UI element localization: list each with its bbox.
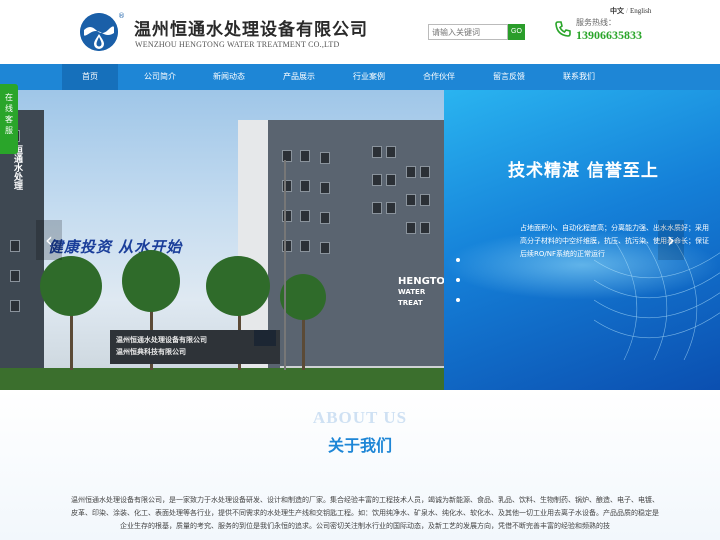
nav-item-contact[interactable]: 联系我们 — [551, 64, 607, 90]
building-sign: HENGTO WATER TREAT — [398, 276, 444, 309]
left-building-sign: 恒通水处理 — [12, 145, 22, 190]
bullet-dot — [456, 258, 460, 262]
registered-mark: ® — [118, 12, 125, 20]
hedge — [0, 368, 444, 390]
lang-en-link[interactable]: English — [630, 7, 651, 15]
online-service-label: 在线客服 — [5, 93, 13, 135]
hotline-label: 服务热线： — [576, 18, 616, 27]
nav-item-home[interactable]: 首页 — [62, 64, 118, 90]
company-sign-line2: 温州恒典科技有限公司 — [116, 348, 186, 356]
banner-next-button[interactable]: › — [658, 220, 684, 260]
nav-item-partners[interactable]: 合作伙伴 — [411, 64, 467, 90]
company-name-en: WENZHOU HENGTONG WATER TREATMENT CO.,LTD — [135, 40, 340, 49]
about-paragraph: 温州恒通水处理设备有限公司，是一家致力于水处理设备研发、设计和制造的厂家。集合经… — [71, 496, 659, 530]
hotline-number: 13906635833 — [576, 28, 642, 42]
main-nav: 首页 公司简介 新闻动态 产品展示 行业案例 合作伙伴 留言反馈 联系我们 — [0, 64, 720, 90]
language-switcher: 中文 / English — [610, 6, 651, 16]
bullet-dot — [456, 298, 460, 302]
nav-item-feedback[interactable]: 留言反馈 — [481, 64, 537, 90]
wentong-logo-sign — [254, 330, 276, 346]
search-button[interactable]: GO — [508, 24, 525, 40]
factory-photo: 恒通水处理 HENGTO WATER TREAT 健康投资 从水开始 温州恒通水… — [0, 90, 444, 390]
search-input[interactable] — [428, 24, 508, 40]
building-sign-line1: HENGTO — [398, 276, 444, 287]
about-title-en: ABOUT US — [312, 408, 408, 427]
nav-item-about[interactable]: 公司简介 — [132, 64, 188, 90]
about-title-cn: 关于我们 — [327, 436, 392, 455]
nav-item-products[interactable]: 产品展示 — [271, 64, 327, 90]
water-drop-icon[interactable] — [80, 13, 118, 51]
banner-prev-button[interactable]: ‹ — [36, 220, 62, 260]
nav-item-news[interactable]: 新闻动态 — [201, 64, 257, 90]
site-header: ® 温州恒通水处理设备有限公司 WENZHOU HENGTONG WATER T… — [0, 0, 720, 64]
company-sign-line1: 温州恒通水处理设备有限公司 — [116, 336, 207, 344]
lang-cn-link[interactable]: 中文 — [610, 7, 624, 15]
building-sign-line2: WATER TREAT — [398, 288, 426, 307]
hero-banner: 恒通水处理 HENGTO WATER TREAT 健康投资 从水开始 温州恒通水… — [0, 90, 720, 390]
lang-separator: / — [626, 7, 628, 15]
banner-headline: 技术精湛 信誉至上 — [508, 161, 659, 181]
nav-item-cases[interactable]: 行业案例 — [341, 64, 397, 90]
online-service-tab[interactable]: 在线客服 — [0, 84, 18, 154]
phone-icon — [554, 20, 572, 38]
bullet-dot — [456, 278, 460, 282]
company-name-cn: 温州恒通水处理设备有限公司 — [134, 20, 368, 40]
